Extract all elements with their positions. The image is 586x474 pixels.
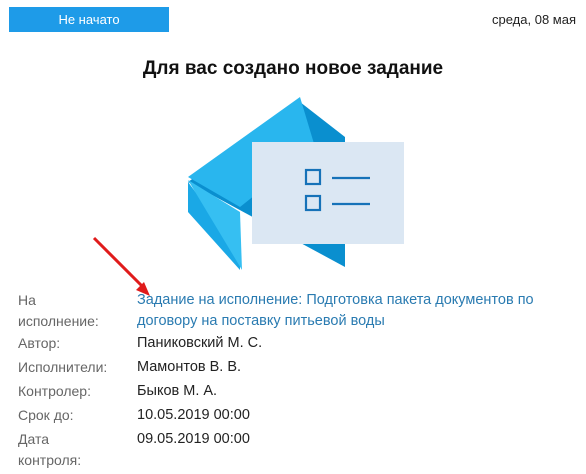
field-row-executors: Исполнители: Мамонтов В. В.: [0, 357, 586, 381]
field-row-control-date: Дата контроля: 09.05.2019 00:00: [0, 429, 586, 471]
task-label-line1: На: [18, 292, 36, 308]
executors-label: Исполнители:: [18, 359, 108, 375]
field-row-deadline: Срок до: 10.05.2019 00:00: [0, 405, 586, 429]
envelope-task-icon: [188, 97, 404, 270]
control-date-label: Дата контроля:: [0, 429, 137, 471]
task-label: На исполнение:: [0, 290, 137, 332]
control-date-label-line1: Дата: [18, 431, 50, 447]
field-row-controller: Контролер: Быков М. А.: [0, 381, 586, 405]
controller-value: Быков М. А.: [137, 383, 218, 399]
control-date-label-line2: контроля:: [18, 452, 82, 468]
control-date-value: 09.05.2019 00:00: [137, 431, 250, 447]
status-badge: Не начато: [9, 7, 169, 32]
page-title: Для вас создано новое задание: [142, 58, 444, 79]
date-text: среда, 08 мая: [492, 12, 576, 27]
task-row: На исполнение: Задание на исполнение: По…: [0, 290, 586, 332]
author-label: Автор:: [18, 335, 61, 351]
deadline-label: Срок до:: [18, 407, 74, 423]
task-link[interactable]: Задание на исполнение: Подготовка пакета…: [137, 290, 557, 332]
field-row-author: Автор: Паниковский М. С.: [0, 333, 586, 357]
task-label-line2: исполнение:: [18, 313, 99, 329]
author-value: Паниковский М. С.: [137, 335, 263, 351]
controller-label: Контролер:: [18, 383, 91, 399]
task-details: На исполнение: Задание на исполнение: По…: [0, 290, 586, 471]
deadline-value: 10.05.2019 00:00: [137, 407, 250, 423]
executors-value: Мамонтов В. В.: [137, 359, 242, 375]
